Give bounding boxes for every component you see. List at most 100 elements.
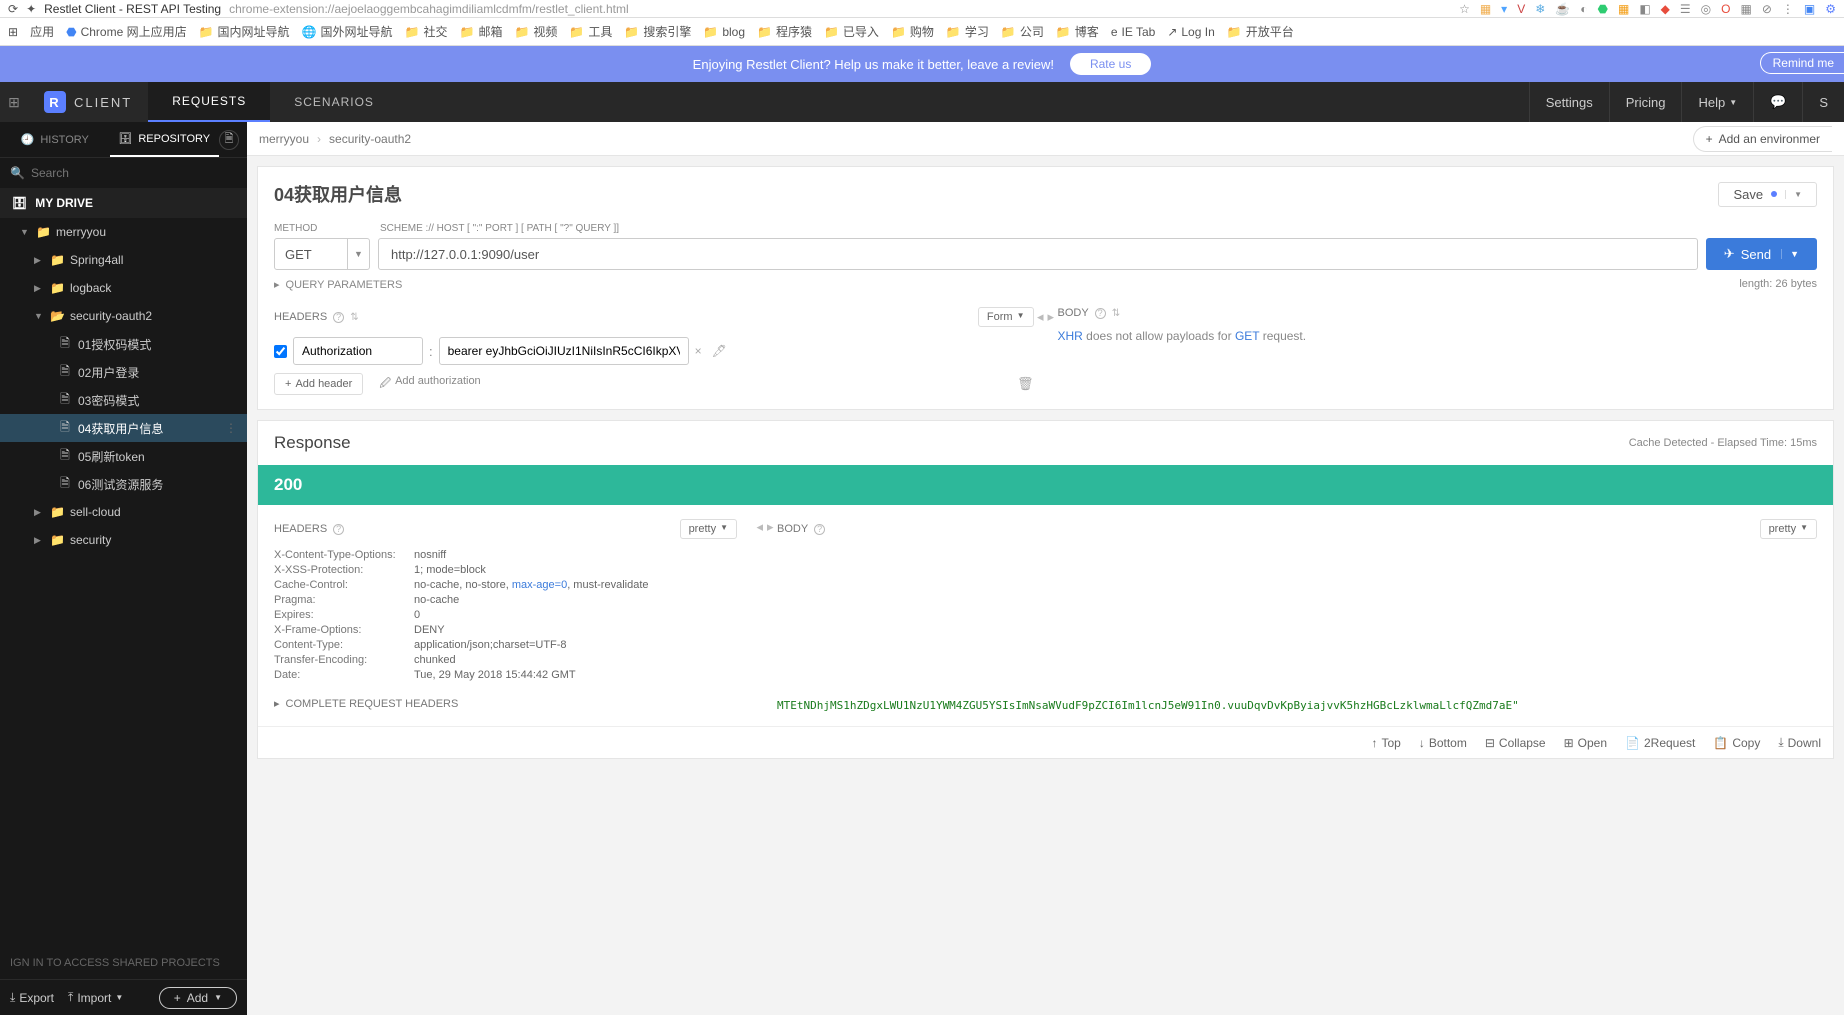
tree-request-03[interactable]: 🗎03密码模式 — [0, 386, 247, 414]
headers-view-select[interactable]: Form▼ — [978, 307, 1034, 327]
bookmark-item[interactable]: 📁购物 — [891, 23, 934, 40]
remind-me-button[interactable]: Remind me — [1760, 52, 1844, 74]
search-row[interactable]: 🔍 — [0, 158, 247, 188]
save-button[interactable]: Save▼ — [1718, 182, 1817, 207]
add-header-button[interactable]: +Add header — [274, 373, 363, 395]
bookmark-item[interactable]: 📁邮箱 — [459, 23, 502, 40]
panel-divider[interactable]: ◂▸ — [1034, 307, 1058, 395]
request-title[interactable]: 04获取用户信息 — [274, 181, 402, 207]
bookmark-item[interactable]: 📁工具 — [569, 23, 612, 40]
tree-request-04[interactable]: 🗎04获取用户信息⋮ — [0, 414, 247, 442]
bookmark-item[interactable]: 📁已导入 — [824, 23, 879, 40]
sort-icon[interactable]: ⇅ — [350, 312, 358, 323]
header-name-input[interactable] — [293, 337, 423, 365]
bookmark-item[interactable]: 📁公司 — [1001, 23, 1044, 40]
chat-icon[interactable]: 💬 — [1753, 82, 1802, 122]
tree-request-05[interactable]: 🗎05刷新token — [0, 442, 247, 470]
clear-headers-icon[interactable]: 🗑 — [1017, 376, 1034, 392]
rate-us-button[interactable]: Rate us — [1070, 53, 1151, 75]
header-value-input[interactable] — [439, 337, 689, 365]
import-button[interactable]: ⤒Import▼ — [68, 990, 123, 1005]
export-button[interactable]: ⤓Export — [10, 990, 54, 1005]
signin-icon[interactable]: S — [1802, 82, 1844, 122]
bookmark-item[interactable]: 📁国内网址导航 — [199, 23, 290, 40]
bookmark-item[interactable]: 📁社交 — [405, 23, 448, 40]
bookmark-item[interactable]: eIE Tab — [1111, 25, 1156, 39]
ext-icon[interactable]: ⚙ — [1825, 2, 1836, 16]
breadcrumb-item[interactable]: merryyou — [259, 132, 309, 146]
ext-icon[interactable]: ▦ — [1740, 2, 1751, 16]
header-enabled-checkbox[interactable] — [274, 345, 287, 358]
bookmark-item[interactable]: 🌐国外网址导航 — [302, 23, 393, 40]
magic-wand-icon[interactable]: 🖋 — [712, 344, 727, 358]
ext-icon[interactable]: ◆ — [1661, 2, 1670, 16]
settings-link[interactable]: Settings — [1529, 82, 1609, 122]
response-body-view-select[interactable]: pretty▼ — [1760, 519, 1817, 539]
method-select[interactable]: GET ▼ — [274, 238, 370, 270]
chevron-down-icon[interactable]: ▼ — [347, 239, 369, 269]
remove-header-icon[interactable]: × — [695, 344, 702, 358]
ext-icon[interactable]: ☕ — [1555, 2, 1570, 16]
pricing-link[interactable]: Pricing — [1609, 82, 1682, 122]
tree-request-01[interactable]: 🗎01授权码模式 — [0, 330, 247, 358]
ext-icon[interactable]: O — [1721, 2, 1730, 16]
ext-icon[interactable]: ❄ — [1535, 2, 1545, 16]
help-link[interactable]: Help▼ — [1681, 82, 1753, 122]
complete-request-headers-toggle[interactable]: ▸COMPLETE REQUEST HEADERS — [274, 697, 737, 710]
panel-divider[interactable]: ◂▸ — [753, 505, 777, 726]
help-icon[interactable]: ? — [1095, 308, 1106, 319]
response-headers-view-select[interactable]: pretty▼ — [680, 519, 737, 539]
chevron-down-icon[interactable]: ▼ — [1781, 249, 1799, 259]
breadcrumb-item[interactable]: security-oauth2 — [329, 132, 411, 146]
send-button[interactable]: ✈ Send ▼ — [1706, 238, 1817, 270]
help-icon[interactable]: ? — [333, 312, 344, 323]
bookmark-item[interactable]: 📁博客 — [1056, 23, 1099, 40]
help-icon[interactable]: ? — [333, 524, 344, 535]
url-input[interactable] — [378, 238, 1698, 270]
search-input[interactable] — [31, 166, 237, 180]
tree-folder-security-oauth2[interactable]: ▼📂security-oauth2 — [0, 302, 247, 330]
new-file-icon[interactable]: 🗎 — [219, 130, 239, 150]
sort-icon[interactable]: ⇅ — [1112, 308, 1120, 319]
copy-button[interactable]: 📋Copy — [1713, 735, 1760, 750]
bookmark-item[interactable]: 📁视频 — [514, 23, 557, 40]
scroll-top-button[interactable]: ↑Top — [1371, 735, 1400, 750]
bookmark-item[interactable]: ↗Log In — [1167, 25, 1214, 39]
star-icon[interactable]: ☆ — [1459, 2, 1470, 16]
help-icon[interactable]: ? — [814, 524, 825, 535]
ext-icon[interactable]: ☰ — [1680, 2, 1691, 16]
add-authorization-button[interactable]: 🖉Add authorization — [379, 375, 480, 394]
apps-icon[interactable]: ⊞ — [8, 25, 18, 39]
ext-icon[interactable]: ▾ — [1501, 2, 1507, 16]
query-parameters-toggle[interactable]: ▸QUERY PARAMETERS — [274, 278, 402, 291]
tree-project-merryyou[interactable]: ▼📁merryyou — [0, 218, 247, 246]
ext-icon[interactable]: V — [1517, 2, 1525, 16]
bookmark-item[interactable]: 📁搜索引擎 — [624, 23, 691, 40]
bookmark-item[interactable]: ⬣Chrome 网上应用店 — [66, 23, 187, 40]
scroll-bottom-button[interactable]: ↓Bottom — [1419, 735, 1467, 750]
tree-request-06[interactable]: 🗎06测试资源服务 — [0, 470, 247, 498]
tab-repository[interactable]: 🗄REPOSITORY — [110, 122, 220, 157]
to-request-button[interactable]: 📄2Request — [1625, 735, 1695, 750]
ext-icon[interactable]: ▣ — [1804, 2, 1815, 16]
response-body-text[interactable]: MTEtNDhjMS1hZDgxLWU1NzU1YWM4ZGU5YSIsImNs… — [777, 699, 1817, 712]
ext-icon[interactable]: ◧ — [1639, 2, 1650, 16]
ext-icon[interactable]: ⬣ — [1597, 2, 1607, 16]
ext-icon[interactable]: ⊘ — [1762, 2, 1772, 16]
tab-requests[interactable]: REQUESTS — [148, 82, 270, 122]
download-button[interactable]: ⤓Downl — [1778, 735, 1821, 750]
ext-icon[interactable]: ▦ — [1618, 2, 1629, 16]
more-icon[interactable]: ⋮ — [225, 421, 237, 435]
add-environment-button[interactable]: +Add an environmer — [1693, 126, 1832, 152]
tree-folder-logback[interactable]: ▶📁logback — [0, 274, 247, 302]
tree-request-02[interactable]: 🗎02用户登录 — [0, 358, 247, 386]
reload-icon[interactable]: ⟳ — [8, 2, 18, 16]
apps-grid-icon[interactable]: ⊞ — [0, 82, 28, 122]
bookmark-item[interactable]: 📁程序猿 — [757, 23, 812, 40]
tree-folder-spring4all[interactable]: ▶📁Spring4all — [0, 246, 247, 274]
ext-icon[interactable]: ⋮ — [1782, 2, 1794, 16]
my-drive-header[interactable]: 🗄 MY DRIVE — [0, 188, 247, 218]
tree-folder-sell-cloud[interactable]: ▶📁sell-cloud — [0, 498, 247, 526]
bookmark-item[interactable]: 📁blog — [703, 25, 745, 39]
ext-icon[interactable]: ◐ — [1580, 2, 1587, 16]
